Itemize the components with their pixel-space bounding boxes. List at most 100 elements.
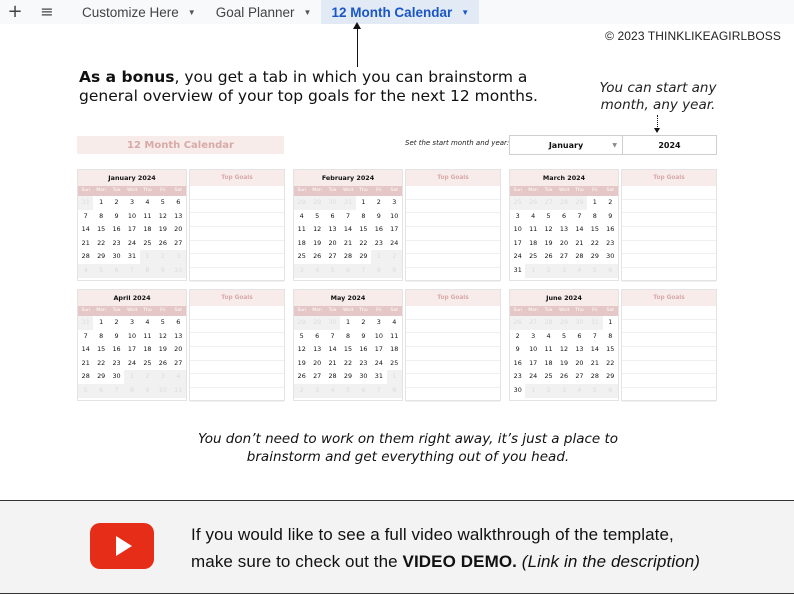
day-cell[interactable]: 30	[108, 370, 125, 384]
day-cell[interactable]: 5	[155, 316, 171, 330]
day-cell[interactable]: 19	[155, 343, 171, 357]
day-cell[interactable]: 26	[155, 356, 171, 371]
day-cell[interactable]: 5	[309, 209, 325, 224]
adjacent-month-day-cell[interactable]: 2	[139, 370, 156, 384]
goal-entry-cell[interactable]	[190, 333, 284, 348]
day-cell[interactable]: 6	[170, 316, 186, 330]
day-cell[interactable]: 26	[294, 370, 310, 384]
day-cell[interactable]: 23	[108, 356, 125, 371]
goal-entry-cell[interactable]	[406, 227, 500, 241]
day-cell[interactable]: 7	[571, 209, 588, 224]
day-cell[interactable]: 9	[602, 209, 618, 224]
day-cell[interactable]: 14	[571, 223, 588, 237]
day-cell[interactable]: 15	[93, 223, 109, 237]
day-cell[interactable]: 8	[340, 329, 356, 344]
day-cell[interactable]: 5	[556, 329, 572, 344]
day-cell[interactable]: 30	[602, 250, 618, 264]
day-cell[interactable]: 24	[124, 356, 140, 371]
day-cell[interactable]: 22	[587, 236, 603, 251]
day-cell[interactable]: 9	[108, 329, 125, 344]
adjacent-month-day-cell[interactable]: 30	[324, 316, 341, 330]
day-cell[interactable]: 9	[108, 209, 125, 224]
adjacent-month-day-cell[interactable]: 11	[170, 383, 186, 398]
add-sheet-icon[interactable]: +	[0, 0, 30, 24]
day-cell[interactable]: 1	[93, 316, 109, 330]
goal-entry-cell[interactable]	[622, 347, 716, 361]
day-cell[interactable]: 11	[540, 343, 557, 357]
day-cell[interactable]: 26	[556, 370, 572, 384]
tab-goal-planner[interactable]: Goal Planner ▼	[206, 0, 322, 24]
day-cell[interactable]: 1	[93, 196, 109, 210]
goal-entry-cell[interactable]	[190, 227, 284, 241]
day-cell[interactable]: 13	[556, 223, 572, 237]
adjacent-month-day-cell[interactable]: 6	[108, 263, 125, 278]
day-cell[interactable]: 30	[355, 370, 372, 384]
day-cell[interactable]: 19	[155, 223, 171, 237]
day-cell[interactable]: 22	[602, 356, 618, 371]
day-cell[interactable]: 27	[324, 250, 341, 264]
chevron-down-icon[interactable]: ▼	[461, 8, 469, 17]
day-cell[interactable]: 25	[386, 356, 402, 371]
adjacent-month-day-cell[interactable]: 7	[108, 383, 125, 398]
day-cell[interactable]: 19	[540, 236, 557, 251]
day-cell[interactable]: 15	[587, 223, 603, 237]
day-cell[interactable]: 17	[386, 223, 402, 237]
day-cell[interactable]: 28	[78, 370, 94, 384]
day-cell[interactable]: 26	[155, 236, 171, 251]
day-cell[interactable]: 14	[340, 223, 356, 237]
day-cell[interactable]: 27	[556, 250, 572, 264]
adjacent-month-day-cell[interactable]: 8	[124, 383, 140, 398]
goal-entry-cell[interactable]	[622, 241, 716, 255]
day-cell[interactable]: 29	[587, 250, 603, 264]
day-cell[interactable]: 9	[355, 329, 372, 344]
day-cell[interactable]: 25	[139, 356, 156, 371]
day-cell[interactable]: 20	[170, 343, 186, 357]
adjacent-month-day-cell[interactable]: 1	[386, 370, 402, 384]
goal-entry-cell[interactable]	[190, 241, 284, 255]
goal-entry-cell[interactable]	[190, 306, 284, 320]
adjacent-month-day-cell[interactable]: 28	[294, 316, 310, 330]
adjacent-month-day-cell[interactable]: 28	[294, 196, 310, 210]
adjacent-month-day-cell[interactable]: 6	[602, 383, 618, 398]
adjacent-month-day-cell[interactable]: 9	[386, 263, 402, 278]
day-cell[interactable]: 1	[340, 316, 356, 330]
goal-entry-cell[interactable]	[406, 347, 500, 361]
day-cell[interactable]: 15	[355, 223, 372, 237]
adjacent-month-day-cell[interactable]: 4	[78, 263, 94, 278]
day-cell[interactable]: 31	[371, 370, 387, 384]
day-cell[interactable]: 16	[355, 343, 372, 357]
day-cell[interactable]: 11	[386, 329, 402, 344]
day-cell[interactable]: 7	[78, 329, 94, 344]
adjacent-month-day-cell[interactable]: 6	[355, 383, 372, 398]
goal-entry-cell[interactable]	[406, 241, 500, 255]
adjacent-month-day-cell[interactable]: 29	[309, 196, 325, 210]
day-cell[interactable]: 21	[587, 356, 603, 371]
adjacent-month-day-cell[interactable]: 5	[340, 383, 356, 398]
day-cell[interactable]: 4	[540, 329, 557, 344]
goal-entry-cell[interactable]	[622, 320, 716, 334]
goal-entry-cell[interactable]	[622, 186, 716, 200]
day-cell[interactable]: 31	[510, 263, 526, 278]
day-cell[interactable]: 16	[108, 223, 125, 237]
day-cell[interactable]: 12	[294, 343, 310, 357]
day-cell[interactable]: 19	[294, 356, 310, 371]
day-cell[interactable]: 16	[371, 223, 387, 237]
goal-entry-cell[interactable]	[190, 268, 284, 282]
adjacent-month-day-cell[interactable]: 5	[93, 263, 109, 278]
day-cell[interactable]: 3	[525, 329, 541, 344]
adjacent-month-day-cell[interactable]: 6	[340, 263, 356, 278]
goal-entry-cell[interactable]	[622, 361, 716, 375]
day-cell[interactable]: 7	[340, 209, 356, 224]
adjacent-month-day-cell[interactable]: 30	[324, 196, 341, 210]
day-cell[interactable]: 21	[78, 356, 94, 371]
day-cell[interactable]: 13	[170, 209, 186, 224]
adjacent-month-day-cell[interactable]: 8	[139, 263, 156, 278]
goal-entry-cell[interactable]	[190, 347, 284, 361]
day-cell[interactable]: 15	[602, 343, 618, 357]
adjacent-month-day-cell[interactable]: 6	[93, 383, 109, 398]
day-cell[interactable]: 3	[510, 209, 526, 224]
adjacent-month-day-cell[interactable]: 6	[602, 263, 618, 278]
goal-entry-cell[interactable]	[190, 374, 284, 389]
goal-entry-cell[interactable]	[406, 388, 500, 402]
day-cell[interactable]: 22	[355, 236, 372, 251]
